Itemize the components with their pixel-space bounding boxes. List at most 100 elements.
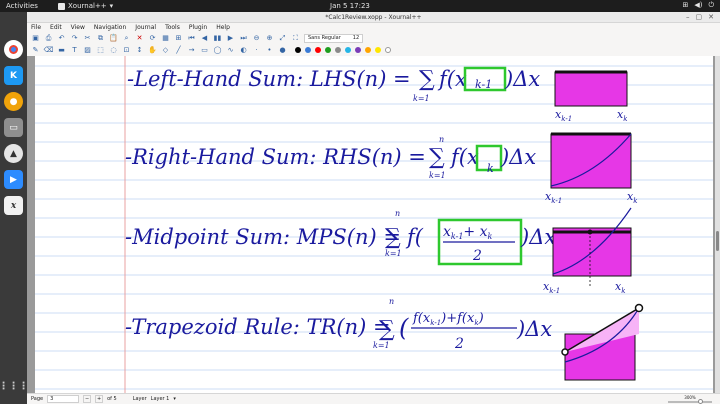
menu-tools[interactable]: Tools: [165, 24, 180, 31]
page-number-input[interactable]: 3: [47, 395, 80, 403]
color-swatch-6[interactable]: [355, 47, 361, 53]
rhs-term: f(x: [449, 145, 479, 169]
medium-line-icon[interactable]: •: [265, 46, 274, 55]
maximize-icon[interactable]: ▢: [696, 13, 703, 21]
rhythmbox-icon[interactable]: ●: [4, 92, 23, 111]
mps-axis-b: xk: [615, 280, 625, 295]
menu-view[interactable]: View: [71, 24, 85, 31]
document-canvas[interactable]: -Left-Hand Sum: LHS(n) = k=1 ∑ f(x k-1 )…: [27, 56, 720, 393]
menu-edit[interactable]: Edit: [50, 24, 62, 31]
color-swatch-2[interactable]: [315, 47, 321, 53]
page-decrement-button[interactable]: −: [83, 395, 92, 403]
zoom-out-icon[interactable]: ⊖: [252, 34, 261, 43]
select-rect-icon[interactable]: ⬚: [96, 46, 105, 55]
color-swatch-0[interactable]: [295, 47, 301, 53]
last-page-icon[interactable]: ⏭: [239, 34, 248, 43]
fill-icon[interactable]: ◐: [239, 46, 248, 55]
color-swatch-5[interactable]: [345, 47, 351, 53]
rectangle-icon[interactable]: ▭: [200, 46, 209, 55]
spline-icon[interactable]: ∿: [226, 46, 235, 55]
arrow-icon[interactable]: →: [187, 46, 196, 55]
vertical-scrollbar[interactable]: [715, 56, 720, 393]
copy-icon[interactable]: ⧉: [96, 34, 105, 43]
first-page-icon[interactable]: ⏮: [187, 34, 196, 43]
menu-navigation[interactable]: Navigation: [94, 24, 126, 31]
minimize-icon[interactable]: –: [686, 13, 690, 21]
thick-line-icon[interactable]: ●: [278, 46, 287, 55]
menu-help[interactable]: Help: [216, 24, 230, 31]
tr-sum-bottom: k=1: [373, 341, 390, 350]
color-swatch-1[interactable]: [305, 47, 311, 53]
zoom-control[interactable]: 300%: [668, 395, 712, 404]
select-lasso-icon[interactable]: ◌: [109, 46, 118, 55]
lhs-sigma: ∑: [419, 67, 435, 92]
text-icon[interactable]: T: [70, 46, 79, 55]
dock: K ● ▭ ▲ ▶ x ⋮⋮⋮: [0, 12, 29, 404]
rhs-subscript: k: [487, 162, 494, 175]
delete-icon[interactable]: ✕: [135, 34, 144, 43]
rotation-snap-icon[interactable]: ⟳: [148, 34, 157, 43]
redo-icon[interactable]: ↷: [70, 34, 79, 43]
grid-snap-icon[interactable]: ▦: [161, 34, 170, 43]
mps-label: -Midpoint Sum: MPS(n) =: [125, 225, 401, 249]
color-swatch-9[interactable]: [385, 47, 391, 53]
eraser-icon[interactable]: ⌫: [44, 46, 54, 55]
ellipse-icon[interactable]: ◯: [213, 46, 222, 55]
zoom-slider[interactable]: [668, 399, 712, 404]
layer-selector[interactable]: Layer 1: [151, 396, 170, 402]
pen-icon[interactable]: ✎: [31, 46, 40, 55]
color-swatch-8[interactable]: [375, 47, 381, 53]
menu-plugin[interactable]: Plugin: [189, 24, 207, 31]
zoom-fit-icon[interactable]: ⤢: [278, 34, 287, 43]
next-page-icon[interactable]: ▶: [226, 34, 235, 43]
thin-line-icon[interactable]: ·: [252, 46, 261, 55]
color-swatch-7[interactable]: [365, 47, 371, 53]
app-menu[interactable]: Xournal++ ▾: [58, 2, 113, 10]
mps-axis-a: xk-1: [543, 280, 560, 295]
vertical-space-icon[interactable]: ↕: [135, 46, 144, 55]
menu-file[interactable]: File: [31, 24, 41, 31]
layer-label: Layer: [132, 396, 147, 402]
files-icon[interactable]: ▭: [4, 118, 23, 137]
lhs-rect: [554, 71, 628, 107]
color-swatch-4[interactable]: [335, 47, 341, 53]
zoom-in-icon[interactable]: ⊕: [265, 34, 274, 43]
activities-button[interactable]: Activities: [0, 2, 58, 10]
clock[interactable]: Jan 5 17:23: [330, 2, 370, 10]
image-icon[interactable]: ▨: [83, 46, 92, 55]
rhs-sigma: ∑: [429, 145, 445, 170]
ruler-icon[interactable]: ╱: [174, 46, 183, 55]
page-increment-button[interactable]: +: [95, 395, 104, 403]
notes-page[interactable]: -Left-Hand Sum: LHS(n) = k=1 ∑ f(x k-1 )…: [35, 56, 713, 393]
zoom-slider-knob[interactable]: [698, 399, 703, 404]
show-apps-icon[interactable]: ⋮⋮⋮: [0, 377, 29, 396]
goto-page-icon[interactable]: ▮▮: [213, 34, 222, 43]
tr-sigma: ∑: [379, 317, 395, 342]
xournal-dock-icon[interactable]: x: [4, 196, 23, 215]
kate-editor-icon[interactable]: K: [4, 66, 23, 85]
add-page-icon[interactable]: ⊞: [174, 34, 183, 43]
hand-icon[interactable]: ✋: [148, 46, 157, 55]
font-selector[interactable]: Sans Regular 12: [304, 33, 364, 43]
select-object-icon[interactable]: ⊡: [122, 46, 131, 55]
chrome-icon[interactable]: [4, 40, 23, 59]
highlighter-icon[interactable]: ▬: [57, 46, 66, 55]
undo-icon[interactable]: ↶: [57, 34, 66, 43]
xournal-app-icon: [58, 2, 65, 10]
previous-page-icon[interactable]: ◀: [200, 34, 209, 43]
save-icon[interactable]: ▣: [31, 34, 40, 43]
cut-icon[interactable]: ✂: [83, 34, 92, 43]
print-icon[interactable]: ⎙: [44, 34, 53, 43]
inkscape-icon[interactable]: ▲: [4, 144, 23, 163]
color-swatch-3[interactable]: [325, 47, 331, 53]
tr-sum-top: n: [389, 297, 394, 306]
menu-journal[interactable]: Journal: [135, 24, 156, 31]
scrollbar-thumb[interactable]: [716, 231, 719, 251]
fullscreen-icon[interactable]: ⛶: [291, 34, 300, 43]
close-icon[interactable]: ✕: [708, 13, 714, 21]
shape-recognizer-icon[interactable]: ◇: [161, 46, 170, 55]
zoom-icon[interactable]: ▶: [4, 170, 23, 189]
paste-icon[interactable]: 📋: [109, 34, 118, 43]
system-tray[interactable]: ⊞ ◀) ⏻: [682, 1, 714, 10]
search-icon[interactable]: ⌕: [122, 34, 131, 43]
